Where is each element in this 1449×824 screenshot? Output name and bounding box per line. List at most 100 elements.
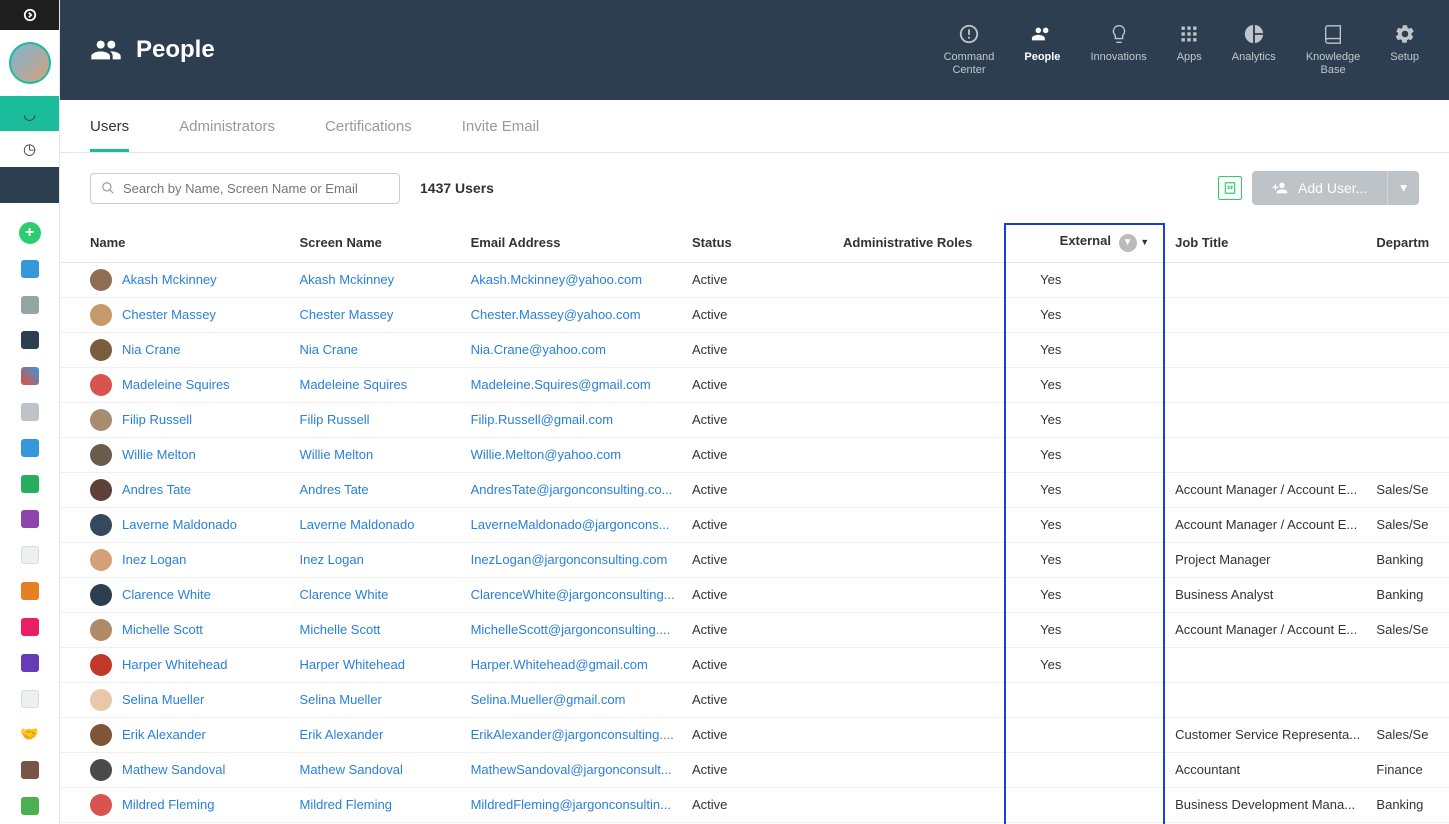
rail-add[interactable]: + <box>0 215 59 251</box>
rail-app-8[interactable] <box>0 502 59 538</box>
rail-app-11[interactable] <box>0 609 59 645</box>
table-row[interactable]: Laverne MaldonadoLaverne MaldonadoLavern… <box>60 507 1449 542</box>
screen-name-link[interactable]: Laverne Maldonado <box>300 517 415 532</box>
table-row[interactable]: Akash Mckinney Akash Mckinney Akash.Mckinn… <box>60 262 1449 297</box>
rail-app-6[interactable] <box>0 430 59 466</box>
screen-name-link[interactable]: Willie Melton <box>300 447 374 462</box>
table-row[interactable]: Harper Whitehead Harper Whitehead Harper.W… <box>60 647 1449 682</box>
email-link[interactable]: ClarenceWhite@jargonconsulting... <box>471 587 675 602</box>
column-header-screen-name[interactable]: Screen Name <box>292 223 463 262</box>
table-row[interactable]: Filip Russell Filip Russell Filip.Russell@… <box>60 402 1449 437</box>
rail-app-3[interactable] <box>0 322 59 358</box>
screen-name-link[interactable]: Michelle Scott <box>300 622 381 637</box>
email-link[interactable]: AndresTate@jargonconsulting.co... <box>471 482 673 497</box>
user-name-link[interactable]: Mathew Sandoval <box>122 762 225 777</box>
filter-icon[interactable]: ▼ <box>1119 234 1137 252</box>
email-link[interactable]: ErikAlexander@jargonconsulting.... <box>471 727 674 742</box>
table-row[interactable]: Willie Melton Willie Melton Willie.Melton@… <box>60 437 1449 472</box>
email-link[interactable]: Nia.Crane@yahoo.com <box>471 342 606 357</box>
screen-name-link[interactable]: Mathew Sandoval <box>300 762 403 777</box>
rail-app-1[interactable] <box>0 251 59 287</box>
nav-knowledge-base[interactable]: KnowledgeBase <box>1306 23 1360 77</box>
column-header-administrative-roles[interactable]: Administrative Roles <box>835 223 1016 262</box>
nav-apps[interactable]: Apps <box>1177 23 1202 77</box>
search-input[interactable] <box>123 181 389 196</box>
nav-command-center[interactable]: CommandCenter <box>944 23 995 77</box>
column-header-job-title[interactable]: Job Title <box>1167 223 1368 262</box>
email-link[interactable]: Madeleine.Squires@gmail.com <box>471 377 651 392</box>
table-row[interactable]: Inez Logan Inez Logan InezLogan@jargoncons… <box>60 542 1449 577</box>
rail-app-4[interactable] <box>0 358 59 394</box>
table-row[interactable]: Madeleine SquiresMadeleine SquiresMadele… <box>60 367 1449 402</box>
screen-name-link[interactable]: Madeleine Squires <box>300 377 408 392</box>
email-link[interactable]: Filip.Russell@gmail.com <box>471 412 614 427</box>
rail-app-16[interactable] <box>0 788 59 824</box>
add-user-button[interactable]: Add User... <box>1252 171 1387 205</box>
user-name-link[interactable]: Akash Mckinney <box>122 272 217 287</box>
user-name-link[interactable]: Chester Massey <box>122 307 216 322</box>
email-link[interactable]: MichelleScott@jargonconsulting.... <box>471 622 671 637</box>
user-name-link[interactable]: Michelle Scott <box>122 622 203 637</box>
tab-administrators[interactable]: Administrators <box>179 100 275 152</box>
column-header-name[interactable]: Name <box>60 223 292 262</box>
rail-app-2[interactable] <box>0 287 59 323</box>
column-header-departm[interactable]: Departm <box>1368 223 1449 262</box>
nav-innovations[interactable]: Innovations <box>1090 23 1146 77</box>
search-box[interactable] <box>90 173 400 204</box>
screen-name-link[interactable]: Akash Mckinney <box>300 272 395 287</box>
table-row[interactable]: Clarence White Clarence White ClarenceWhit… <box>60 577 1449 612</box>
rail-app-12[interactable] <box>0 645 59 681</box>
table-row[interactable]: Andres Tate Andres Tate AndresTate@jargonc… <box>60 472 1449 507</box>
column-header-status[interactable]: Status <box>684 223 835 262</box>
rail-dashboard[interactable]: ◡ <box>0 96 59 132</box>
screen-name-link[interactable]: Filip Russell <box>300 412 370 427</box>
screen-name-link[interactable]: Mildred Fleming <box>300 797 392 812</box>
email-link[interactable]: Willie.Melton@yahoo.com <box>471 447 621 462</box>
table-row[interactable]: Selina MuellerSelina MuellerSelina.Muell… <box>60 682 1449 717</box>
rail-app-9[interactable] <box>0 537 59 573</box>
user-name-link[interactable]: Andres Tate <box>122 482 191 497</box>
rail-app-5[interactable] <box>0 394 59 430</box>
rail-app-13[interactable] <box>0 681 59 717</box>
user-name-link[interactable]: Willie Melton <box>122 447 196 462</box>
rail-app-7[interactable] <box>0 466 59 502</box>
rail-expand-button[interactable] <box>0 0 59 30</box>
rail-clock[interactable]: ◷ <box>0 131 59 167</box>
screen-name-link[interactable]: Clarence White <box>300 587 389 602</box>
screen-name-link[interactable]: Chester Massey <box>300 307 394 322</box>
user-name-link[interactable]: Harper Whitehead <box>122 657 228 672</box>
tab-users[interactable]: Users <box>90 100 129 152</box>
add-user-dropdown[interactable]: ▾ <box>1387 171 1419 205</box>
nav-people[interactable]: People <box>1024 23 1060 77</box>
email-link[interactable]: Harper.Whitehead@gmail.com <box>471 657 648 672</box>
screen-name-link[interactable]: Selina Mueller <box>300 692 382 707</box>
table-row[interactable]: Mildred Fleming Mildred Fleming MildredFle… <box>60 787 1449 822</box>
column-header-external[interactable]: External ▼ ▼ <box>1016 223 1167 262</box>
table-row[interactable]: Nia CraneNia CraneNia.Crane@yahoo.comAct… <box>60 332 1449 367</box>
email-link[interactable]: Akash.Mckinney@yahoo.com <box>471 272 642 287</box>
user-name-link[interactable]: Mildred Fleming <box>122 797 214 812</box>
table-row[interactable]: Michelle Scott Michelle Scott MichelleScot… <box>60 612 1449 647</box>
rail-app-14[interactable]: 🤝 <box>0 716 59 752</box>
screen-name-link[interactable]: Erik Alexander <box>300 727 384 742</box>
user-name-link[interactable]: Laverne Maldonado <box>122 517 237 532</box>
user-name-link[interactable]: Inez Logan <box>122 552 186 567</box>
email-link[interactable]: InezLogan@jargonconsulting.com <box>471 552 668 567</box>
user-name-link[interactable]: Filip Russell <box>122 412 192 427</box>
screen-name-link[interactable]: Inez Logan <box>300 552 364 567</box>
table-row[interactable]: Mathew Sandoval Mathew Sandoval MathewSand… <box>60 752 1449 787</box>
export-button[interactable] <box>1218 176 1242 200</box>
screen-name-link[interactable]: Andres Tate <box>300 482 369 497</box>
rail-app-15[interactable] <box>0 752 59 788</box>
email-link[interactable]: MildredFleming@jargonconsultin... <box>471 797 671 812</box>
user-name-link[interactable]: Selina Mueller <box>122 692 204 707</box>
user-name-link[interactable]: Clarence White <box>122 587 211 602</box>
tab-certifications[interactable]: Certifications <box>325 100 412 152</box>
tab-invite-email[interactable]: Invite Email <box>462 100 540 152</box>
nav-analytics[interactable]: Analytics <box>1232 23 1276 77</box>
table-row[interactable]: Erik AlexanderErik AlexanderErikAlexande… <box>60 717 1449 752</box>
column-header-email-address[interactable]: Email Address <box>463 223 684 262</box>
email-link[interactable]: MathewSandoval@jargonconsult... <box>471 762 672 777</box>
screen-name-link[interactable]: Harper Whitehead <box>300 657 406 672</box>
user-avatar[interactable] <box>9 42 51 84</box>
